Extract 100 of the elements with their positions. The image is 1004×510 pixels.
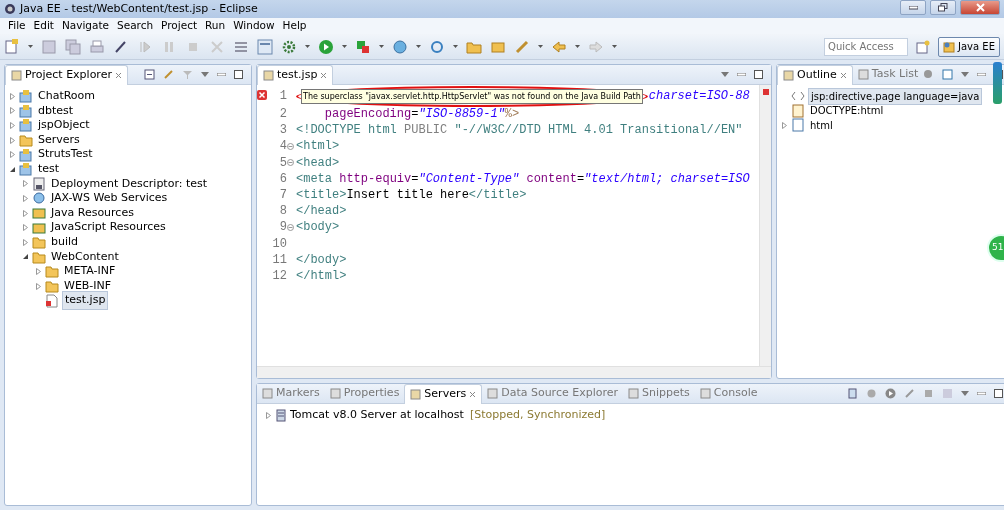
tree-item[interactable]: WebContent xyxy=(49,248,121,266)
menu-item[interactable]: Navigate xyxy=(57,18,114,34)
minimize-icon[interactable] xyxy=(737,73,746,76)
dropdown-arrow-icon[interactable] xyxy=(538,45,543,48)
view-menu-icon[interactable] xyxy=(961,391,970,396)
back-arrow-icon[interactable] xyxy=(551,38,567,55)
tree-item[interactable]: JAX-WS Web Services xyxy=(49,190,170,207)
expand-arrow-icon[interactable] xyxy=(22,238,29,246)
expand-arrow-icon[interactable] xyxy=(35,282,42,290)
menu-item[interactable]: Help xyxy=(278,18,311,34)
fold-icon[interactable] xyxy=(287,142,294,150)
collapse-arrow-icon[interactable] xyxy=(9,165,16,173)
panel-tab[interactable]: test.jsp xyxy=(257,64,334,85)
close-icon[interactable] xyxy=(320,71,328,79)
close-icon[interactable] xyxy=(469,390,477,398)
expand-arrow-icon[interactable] xyxy=(22,180,29,188)
save-all-icon[interactable] xyxy=(65,38,81,55)
maximize-icon[interactable] xyxy=(994,389,1004,398)
open-perspective-icon[interactable] xyxy=(916,39,931,54)
expand-arrow-icon[interactable] xyxy=(22,224,29,232)
tree-item[interactable]: StrutsTest xyxy=(36,146,95,163)
dropdown-arrow-icon[interactable] xyxy=(342,45,347,48)
minimize-icon[interactable] xyxy=(977,73,987,76)
expand-arrow-icon[interactable] xyxy=(9,122,16,129)
tree-item[interactable]: ChatRoom xyxy=(36,88,98,105)
maximize-icon[interactable] xyxy=(234,70,243,79)
vertical-scrollbar[interactable] xyxy=(759,85,771,366)
dropdown-arrow-icon[interactable] xyxy=(416,45,421,48)
filter-icon[interactable] xyxy=(182,69,193,80)
panel-tab[interactable]: Console xyxy=(694,383,763,404)
expand-arrow-icon[interactable] xyxy=(35,267,42,275)
restore-button[interactable] xyxy=(930,0,956,15)
minimize-icon[interactable] xyxy=(217,73,226,76)
collapse-all-icon[interactable] xyxy=(144,69,155,80)
tree-item[interactable]: DOCTYPE:html xyxy=(808,103,886,119)
horizontal-scrollbar[interactable] xyxy=(257,366,771,378)
tree-item[interactable]: build xyxy=(49,234,81,251)
menu-item[interactable]: Run xyxy=(201,18,230,34)
quick-access-field[interactable]: Quick Access xyxy=(824,37,909,56)
view-menu-icon[interactable] xyxy=(961,72,970,77)
collapse-arrow-icon[interactable] xyxy=(22,253,29,261)
expand-arrow-icon[interactable] xyxy=(9,107,16,115)
run-icon[interactable] xyxy=(355,38,371,55)
play-icon[interactable] xyxy=(885,388,897,399)
new-file-icon[interactable] xyxy=(4,38,20,55)
dropdown-arrow-icon[interactable] xyxy=(28,45,33,48)
maximize-icon[interactable] xyxy=(754,70,763,79)
panel-tab[interactable]: Properties xyxy=(324,383,405,404)
expand-arrow-icon[interactable] xyxy=(265,411,272,419)
perspective-button[interactable]: Java EE xyxy=(938,36,1000,57)
panel-tab[interactable]: Data Source Explorer xyxy=(482,383,623,404)
dropdown-arrow-icon[interactable] xyxy=(575,45,580,48)
layout-icon[interactable] xyxy=(257,38,273,55)
tree-item[interactable]: html xyxy=(808,118,835,133)
tree-item[interactable]: dbtest xyxy=(36,102,76,120)
minimize-icon[interactable] xyxy=(977,392,987,395)
menu-item[interactable]: Project xyxy=(157,18,202,34)
panel-tab[interactable]: Task List xyxy=(852,64,924,85)
panel-tab[interactable]: Servers xyxy=(404,383,483,404)
disconnect-icon[interactable] xyxy=(209,38,225,55)
tree-item[interactable]: Tomcat v8.0 Server at localhost xyxy=(290,407,464,424)
menu-item[interactable]: Window xyxy=(229,18,279,34)
expand-arrow-icon[interactable] xyxy=(9,151,16,159)
panel-tab[interactable]: Snippets xyxy=(623,383,695,404)
dropdown-arrow-icon[interactable] xyxy=(379,45,384,48)
play-icon[interactable] xyxy=(318,38,334,55)
panel-tab[interactable]: Outline xyxy=(777,64,853,85)
close-icon[interactable] xyxy=(114,71,122,79)
fold-icon[interactable] xyxy=(287,159,294,167)
expand-arrow-icon[interactable] xyxy=(781,122,788,129)
save-icon[interactable] xyxy=(41,38,57,55)
tree-item[interactable]: Deployment Descriptor: test xyxy=(49,175,210,193)
print-icon[interactable] xyxy=(89,38,105,55)
close-button[interactable] xyxy=(960,0,1000,15)
dropdown-arrow-icon[interactable] xyxy=(305,45,310,48)
tree-item[interactable]: jsp:directive.page language=java xyxy=(808,87,983,105)
expand-arrow-icon[interactable] xyxy=(9,136,16,144)
dropdown-arrow-icon[interactable] xyxy=(612,45,617,48)
tree-item[interactable]: test xyxy=(36,161,62,178)
panel-tab[interactable]: Markers xyxy=(257,383,325,404)
view-menu-icon[interactable] xyxy=(201,72,209,77)
fold-icon[interactable] xyxy=(287,223,294,231)
menu-item[interactable]: Edit xyxy=(29,18,58,34)
close-icon[interactable] xyxy=(839,71,847,79)
expand-arrow-icon[interactable] xyxy=(22,209,29,217)
menu-item[interactable]: Search xyxy=(113,18,158,34)
tree-item[interactable]: jspObject xyxy=(36,117,92,134)
tree-item[interactable]: META-INF xyxy=(62,263,118,280)
tree-item[interactable]: Servers xyxy=(36,131,82,149)
tree-item[interactable]: JavaScript Resources xyxy=(49,219,168,236)
panel-tab[interactable]: Project Explorer xyxy=(5,64,128,85)
expand-arrow-icon[interactable] xyxy=(9,92,16,100)
tree-item[interactable]: Java Resources xyxy=(49,204,136,222)
server-icon[interactable] xyxy=(847,388,859,399)
collapse-all-icon[interactable] xyxy=(942,69,954,80)
view-menu-icon[interactable] xyxy=(721,72,729,77)
expand-arrow-icon[interactable] xyxy=(22,194,29,202)
dropdown-arrow-icon[interactable] xyxy=(453,45,458,48)
stop-icon[interactable] xyxy=(923,388,935,399)
tree-item[interactable]: test.jsp xyxy=(62,291,109,310)
